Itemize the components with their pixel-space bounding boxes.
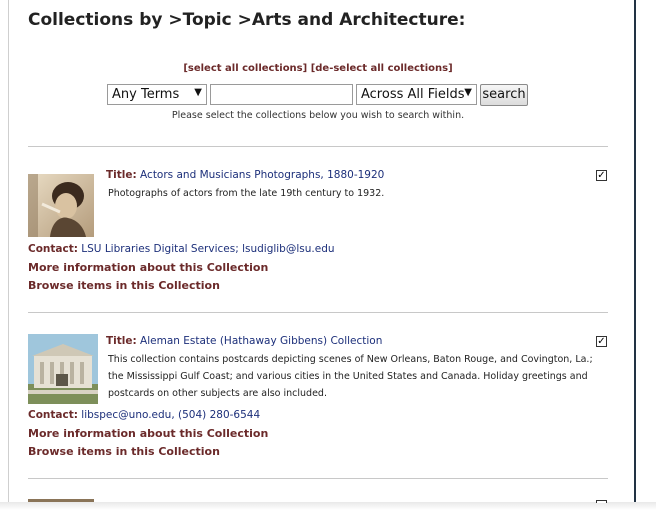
chevron-down-icon: ▼ — [194, 87, 202, 98]
search-button[interactable]: search — [480, 84, 528, 106]
title-label: Title: — [106, 169, 137, 181]
collection-thumbnail-aleman[interactable] — [28, 334, 98, 404]
collection-title-link[interactable]: Actors and Musicians Photographs, 1880-1… — [140, 169, 384, 181]
terms-select-value: Any Terms — [112, 87, 180, 102]
collection-contact: Contact: libspec@uno.edu, (504) 280-6544 — [28, 409, 260, 421]
select-all-link[interactable]: [select all collections] — [183, 63, 307, 74]
bottom-shadow — [0, 502, 656, 510]
field-select[interactable]: Across All Fields ▼ — [356, 84, 477, 105]
contact-label: Contact: — [28, 243, 78, 255]
left-border — [8, 0, 9, 510]
contact-value[interactable]: libspec@uno.edu, (504) 280-6544 — [81, 409, 260, 421]
browse-items-link[interactable]: Browse items in this Collection — [28, 445, 220, 458]
more-info-link[interactable]: More information about this Collection — [28, 427, 268, 440]
collection-description: Photographs of actors from the late 19th… — [108, 188, 385, 199]
search-instructions: Please select the collections below you … — [171, 110, 465, 121]
divider — [28, 312, 608, 313]
collection-thumbnail-next[interactable] — [28, 499, 94, 502]
collection-title-row: Title: Actors and Musicians Photographs,… — [106, 169, 384, 181]
right-border — [634, 0, 636, 510]
divider — [28, 478, 608, 479]
portrait-photo-icon — [28, 174, 94, 237]
collection-checkbox[interactable]: ✓ — [596, 170, 607, 181]
collection-title-link[interactable]: Aleman Estate (Hathaway Gibbens) Collect… — [140, 335, 382, 347]
contact-label: Contact: — [28, 409, 78, 421]
terms-select[interactable]: Any Terms ▼ — [107, 84, 207, 105]
deselect-all-link[interactable]: [de-select all collections] — [311, 63, 453, 74]
field-select-value: Across All Fields — [361, 87, 465, 102]
collection-description: This collection contains postcards depic… — [108, 354, 593, 399]
page-frame: Collections by >Topic >Arts and Architec… — [0, 0, 656, 510]
collection-contact: Contact: LSU Libraries Digital Services;… — [28, 243, 335, 255]
contact-value[interactable]: LSU Libraries Digital Services; lsudigli… — [81, 243, 334, 255]
collection-checkbox[interactable]: ✓ — [596, 336, 607, 347]
divider — [28, 146, 608, 147]
browse-items-link[interactable]: Browse items in this Collection — [28, 279, 220, 292]
chevron-down-icon: ▼ — [464, 87, 472, 98]
collection-thumbnail-actors[interactable] — [28, 174, 94, 237]
building-postcard-icon — [28, 334, 98, 404]
title-label: Title: — [106, 335, 137, 347]
collection-title-row: Title: Aleman Estate (Hathaway Gibbens) … — [106, 335, 382, 347]
page-title: Collections by >Topic >Arts and Architec… — [28, 10, 466, 30]
selection-links: [select all collections] [de-select all … — [0, 63, 636, 74]
more-info-link[interactable]: More information about this Collection — [28, 261, 268, 274]
collection-checkbox-next[interactable] — [596, 500, 607, 503]
search-input[interactable] — [210, 84, 353, 105]
